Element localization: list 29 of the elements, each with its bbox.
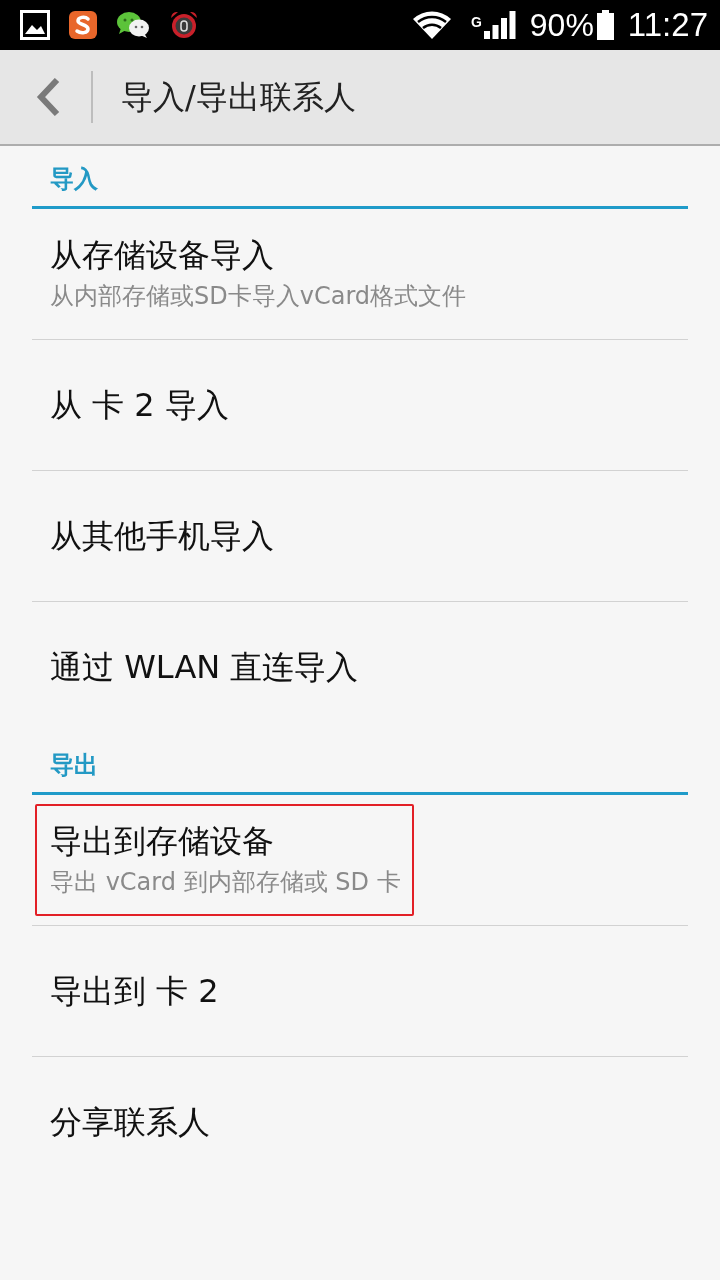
- picture-icon: [20, 10, 50, 40]
- list-item[interactable]: 分享联系人: [32, 1056, 688, 1187]
- list-item[interactable]: 导出到存储设备 导出 vCard 到内部存储或 SD 卡: [32, 795, 688, 925]
- item-title: 通过 WLAN 直连导入: [50, 647, 359, 687]
- battery-icon: [596, 10, 614, 40]
- item-title: 导出到 卡 2: [50, 971, 219, 1011]
- section-header: 导入: [50, 165, 98, 193]
- signal-icon: [483, 11, 516, 39]
- network-type: G: [470, 15, 482, 29]
- alarm-clock-icon: [168, 10, 200, 40]
- wifi-icon: [412, 11, 451, 39]
- item-title: 从存储设备导入: [50, 235, 275, 275]
- list-item[interactable]: 从其他手机导入: [32, 470, 688, 601]
- battery-percent: 90%: [529, 7, 594, 43]
- section-header: 导出: [50, 751, 98, 779]
- list-item[interactable]: 从存储设备导入 从内部存储或SD卡导入vCard格式文件: [32, 209, 688, 339]
- item-subtitle: 从内部存储或SD卡导入vCard格式文件: [50, 281, 467, 312]
- item-title: 导出到存储设备: [50, 821, 275, 861]
- screen-title: 导入/导出联系人: [121, 77, 356, 117]
- list-item[interactable]: 从 卡 2 导入: [32, 339, 688, 470]
- item-title: 从 卡 2 导入: [50, 385, 229, 425]
- item-title: 分享联系人: [50, 1102, 210, 1142]
- app-icon: [68, 10, 98, 40]
- list-item[interactable]: 通过 WLAN 直连导入: [32, 601, 688, 732]
- clock-time: 11:27: [627, 7, 708, 43]
- item-title: 从其他手机导入: [50, 516, 274, 556]
- item-subtitle: 导出 vCard 到内部存储或 SD 卡: [50, 867, 401, 898]
- list-item[interactable]: 导出到 卡 2: [32, 925, 688, 1056]
- chat-bubbles-icon: [116, 11, 150, 39]
